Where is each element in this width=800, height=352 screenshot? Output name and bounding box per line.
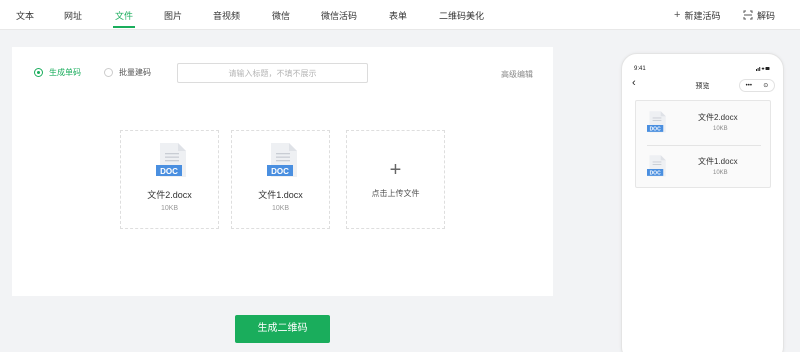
radio-checked-icon [34, 68, 43, 77]
decode-label: 解码 [757, 11, 776, 21]
mini-program-capsule[interactable]: ••• ⊙ [739, 79, 775, 92]
plus-icon: + [674, 9, 681, 21]
tab-file[interactable]: 文件 [115, 9, 133, 22]
plus-icon: + [389, 159, 402, 181]
new-live-code-label: 新建活码 [684, 11, 721, 21]
doc-badge-text: DOC [650, 127, 662, 133]
preview-file-size: 10KB [713, 126, 728, 132]
upload-file-button[interactable]: + 点击上传文件 [346, 130, 445, 229]
doc-file-icon: DOC [647, 155, 666, 177]
radio-unchecked-icon [104, 68, 113, 77]
tab-audio-video[interactable]: 音视频 [213, 9, 240, 22]
scan-icon [743, 10, 753, 22]
preview-file-list: DOC 文件2.docx 10KB DOC 文件1.docx 10KB [635, 100, 771, 188]
mode-single-label: 生成单码 [49, 68, 81, 77]
tab-form[interactable]: 表单 [389, 9, 407, 22]
preview-file-item[interactable]: DOC 文件1.docx 10KB [636, 145, 770, 189]
decode-button[interactable]: 解码 [743, 9, 775, 22]
file-name: 文件2.docx [147, 190, 192, 200]
mode-batch-label: 批量建码 [119, 68, 151, 77]
capsule-more-icon[interactable]: ••• [746, 83, 752, 89]
preview-file-name: 文件1.docx [698, 157, 738, 166]
doc-file-icon: DOC [156, 143, 186, 177]
preview-file-item[interactable]: DOC 文件2.docx 10KB [636, 101, 770, 145]
file-name: 文件1.docx [258, 190, 303, 200]
tab-url[interactable]: 网址 [64, 9, 82, 22]
doc-badge-text: DOC [271, 167, 289, 176]
tab-wechat[interactable]: 微信 [272, 9, 290, 22]
doc-badge-text: DOC [160, 167, 178, 176]
doc-file-icon: DOC [267, 143, 297, 177]
mode-single-radio[interactable]: 生成单码 [34, 67, 81, 78]
generate-qr-button[interactable]: 生成二维码 [235, 315, 330, 343]
doc-file-icon: DOC [647, 111, 666, 133]
new-live-code-button[interactable]: + 新建活码 [674, 9, 720, 22]
preview-file-size: 10KB [713, 170, 728, 176]
active-tab-indicator [113, 26, 135, 28]
file-size: 10KB [160, 205, 179, 212]
editor-panel: 生成单码 批量建码 高级编辑 DOC 文件2.docx 10KB DOC [12, 47, 553, 296]
title-input[interactable] [177, 63, 368, 83]
phone-preview: 9:41 ‹ 预览 ••• ⊙ DOC 文件2.docx 10KB DOC 文件… [621, 53, 784, 352]
top-nav: 文本 网址 文件 图片 音视频 微信 微信活码 表单 二维码美化 + 新建活码 … [0, 0, 800, 30]
tab-text[interactable]: 文本 [16, 9, 34, 22]
status-time: 9:41 [634, 66, 646, 72]
advanced-edit-link[interactable]: 高级编辑 [501, 69, 533, 80]
preview-file-name: 文件2.docx [698, 113, 738, 122]
mode-batch-radio[interactable]: 批量建码 [104, 67, 151, 78]
file-card[interactable]: DOC 文件2.docx 10KB [120, 130, 219, 229]
upload-label: 点击上传文件 [371, 189, 420, 198]
tab-wechat-live-code[interactable]: 微信活码 [321, 9, 357, 22]
capsule-close-icon[interactable]: ⊙ [763, 82, 768, 89]
doc-badge-text: DOC [650, 171, 662, 177]
file-size: 10KB [271, 205, 290, 212]
file-card[interactable]: DOC 文件1.docx 10KB [231, 130, 330, 229]
status-icons [756, 66, 770, 73]
tab-qr-beautify[interactable]: 二维码美化 [439, 9, 484, 22]
tab-image[interactable]: 图片 [164, 9, 182, 22]
